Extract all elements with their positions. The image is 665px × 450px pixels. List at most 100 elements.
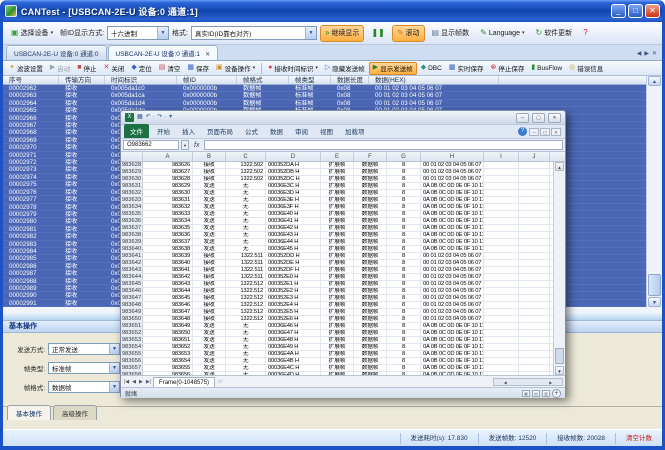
help-icon[interactable]: ? — [518, 127, 527, 136]
ribbon-minimize-icon[interactable]: ─ — [529, 128, 539, 136]
row-header[interactable]: 983641 — [121, 253, 143, 259]
ribbon-tab-6[interactable]: 审阅 — [289, 124, 314, 138]
first-sheet-icon[interactable]: |◀ — [123, 379, 130, 385]
save-icon[interactable]: ▦ — [137, 113, 143, 122]
scrollbar-thumb[interactable] — [648, 274, 661, 296]
chevron-down-icon[interactable]: ▼ — [181, 140, 189, 150]
column-header[interactable]: 帧ID — [177, 76, 237, 84]
row-header[interactable]: 983652 — [121, 330, 143, 336]
excel-close-button[interactable]: ✕ — [548, 113, 561, 123]
close-channel-button[interactable]: ✕关闭 — [101, 62, 128, 75]
column-header-B[interactable]: B — [193, 152, 226, 161]
hide-send-frames-button[interactable]: ▷隐藏发送帧 — [322, 62, 368, 75]
row-header[interactable]: 983635 — [121, 211, 143, 217]
column-header-E[interactable]: E — [321, 152, 354, 161]
row-header[interactable]: 983630 — [121, 176, 143, 182]
excel-grid[interactable]: ▲ ▼ 983628983626接收1322.502000352DA H扩展帧数… — [121, 162, 565, 375]
row-header[interactable]: 983644 — [121, 274, 143, 280]
language-button[interactable]: ✎Language▾ — [476, 25, 528, 42]
ribbon-tab-8[interactable]: 加载项 — [339, 124, 371, 138]
column-header-A[interactable]: A — [143, 152, 193, 161]
frame-type-select[interactable]: 标准帧 ▼ — [48, 362, 120, 374]
minimize-button[interactable]: _ — [611, 4, 626, 18]
column-header[interactable]: 数据(HEX) — [369, 76, 499, 84]
stop-button[interactable]: ■停止 — [74, 62, 99, 75]
column-header-I[interactable]: I — [484, 152, 519, 161]
column-header-C[interactable]: C — [226, 152, 266, 161]
page-layout-view-icon[interactable]: ▤ — [532, 390, 540, 397]
ribbon-tab-2[interactable]: 插入 — [176, 124, 201, 138]
row-header[interactable]: 983646 — [121, 288, 143, 294]
sheet-tab[interactable]: Frame(0-1048575) — [153, 377, 215, 387]
row-header[interactable]: 983634 — [121, 204, 143, 210]
last-sheet-icon[interactable]: ▶| — [145, 379, 152, 385]
table-row[interactable]: 00002964接收0x005da1d40x0000000b数据帧标准帧0x08… — [3, 100, 646, 107]
row-header[interactable]: 983628 — [121, 162, 143, 168]
excel-minimize-button[interactable]: ─ — [516, 113, 529, 123]
column-header[interactable]: 帧格式 — [237, 76, 289, 84]
send-mode-select[interactable]: 正常发送 ▼ — [48, 343, 120, 355]
help-button[interactable]: ? — [579, 25, 591, 42]
save-button[interactable]: ▦保存 — [184, 62, 212, 75]
row-header[interactable]: 983658 — [121, 372, 143, 375]
filter-settings-button[interactable]: ✦滤波设置 — [6, 62, 46, 75]
row-header[interactable]: 983636 — [121, 218, 143, 224]
column-header[interactable]: 数据长度 — [331, 76, 369, 84]
scroll-button[interactable]: ✎滚动 — [392, 25, 425, 42]
ribbon-tab-5[interactable]: 数据 — [264, 124, 289, 138]
frame-id-display-select[interactable]: 十六进制▼ — [107, 26, 169, 40]
tab-basic-operation[interactable]: 基本操作 — [7, 405, 51, 420]
zoom-in-icon[interactable]: + — [552, 389, 561, 398]
row-header[interactable]: 983637 — [121, 225, 143, 231]
row-header[interactable]: 983632 — [121, 190, 143, 196]
table-row[interactable]: 00002963接收0x005da1ca0x0000000b数据帧标准帧0x08… — [3, 92, 646, 99]
column-header-G[interactable]: G — [387, 152, 421, 161]
show-frame-count-button[interactable]: ▤显示帧数 — [428, 25, 474, 42]
row-header[interactable]: 983650 — [121, 316, 143, 322]
clear-count-button[interactable]: 清空计数 — [615, 433, 662, 444]
tab-scroll-left-icon[interactable]: ◀ — [637, 50, 642, 57]
page-break-view-icon[interactable]: ▥ — [542, 390, 550, 397]
next-sheet-icon[interactable]: ▶ — [138, 379, 144, 385]
ribbon-tab-file[interactable]: 文件 — [124, 124, 149, 138]
busflow-button[interactable]: ▮BusFlow — [528, 62, 565, 75]
row-header[interactable]: 983633 — [121, 197, 143, 203]
tab-advanced-operation[interactable]: 高级操作 — [53, 405, 97, 420]
column-header-F[interactable]: F — [354, 152, 387, 161]
column-header-J[interactable]: J — [519, 152, 550, 161]
row-header[interactable]: 983655 — [121, 351, 143, 357]
frame-format-select[interactable]: 数据帧 ▼ — [48, 381, 120, 393]
select-all-corner[interactable] — [121, 152, 143, 161]
quick-access-dropdown-icon[interactable]: ▾ — [169, 113, 172, 122]
column-header-H[interactable]: H — [421, 152, 484, 161]
table-row[interactable]: 00002962接收0x005da1c00x0000000b数据帧标准帧0x08… — [3, 85, 646, 92]
maximize-button[interactable]: □ — [628, 4, 643, 18]
format-select[interactable]: 真实ID(ID靠右对齐)▼ — [191, 26, 317, 40]
excel-restore-button[interactable]: ▢ — [532, 113, 545, 123]
normal-view-icon[interactable]: ▦ — [522, 390, 530, 397]
scrollbar-thumb[interactable] — [555, 348, 564, 364]
receive-timestamp-button[interactable]: ●接收时间标识▾ — [265, 62, 321, 75]
excel-vertical-scrollbar[interactable]: ▲ ▼ — [553, 162, 565, 375]
dbc-button[interactable]: ◆DBC — [418, 62, 445, 75]
workbook-close-icon[interactable]: ✕ — [551, 128, 561, 136]
redo-icon[interactable]: ↷ · — [157, 113, 166, 122]
prev-sheet-icon[interactable]: ◀ — [131, 379, 137, 385]
scroll-down-icon[interactable]: ▼ — [648, 297, 661, 307]
excel-horizontal-scrollbar[interactable]: ◀▶ — [493, 378, 563, 386]
scroll-up-icon[interactable]: ▲ — [648, 76, 661, 86]
formula-input[interactable] — [204, 140, 563, 150]
start-button[interactable]: ▶启动 — [47, 62, 73, 75]
continue-display-button[interactable]: »继续显示 — [320, 25, 364, 42]
ribbon-tab-4[interactable]: 公式 — [239, 124, 264, 138]
frame-list-scrollbar[interactable]: ▲ ▼ — [646, 76, 662, 307]
row-header[interactable]: 983657 — [121, 365, 143, 371]
tab-close-all-icon[interactable]: ✕ — [652, 50, 657, 57]
row-header[interactable]: 983643 — [121, 267, 143, 273]
scroll-up-icon[interactable]: ▲ — [555, 162, 564, 171]
column-header[interactable]: 传输方向 — [59, 76, 105, 84]
column-header-D[interactable]: D — [266, 152, 321, 161]
realtime-save-button[interactable]: ▦实时保存 — [446, 62, 487, 75]
software-update-button[interactable]: ↻软件更新 — [531, 25, 576, 42]
undo-icon[interactable]: ↶ · — [146, 113, 155, 122]
